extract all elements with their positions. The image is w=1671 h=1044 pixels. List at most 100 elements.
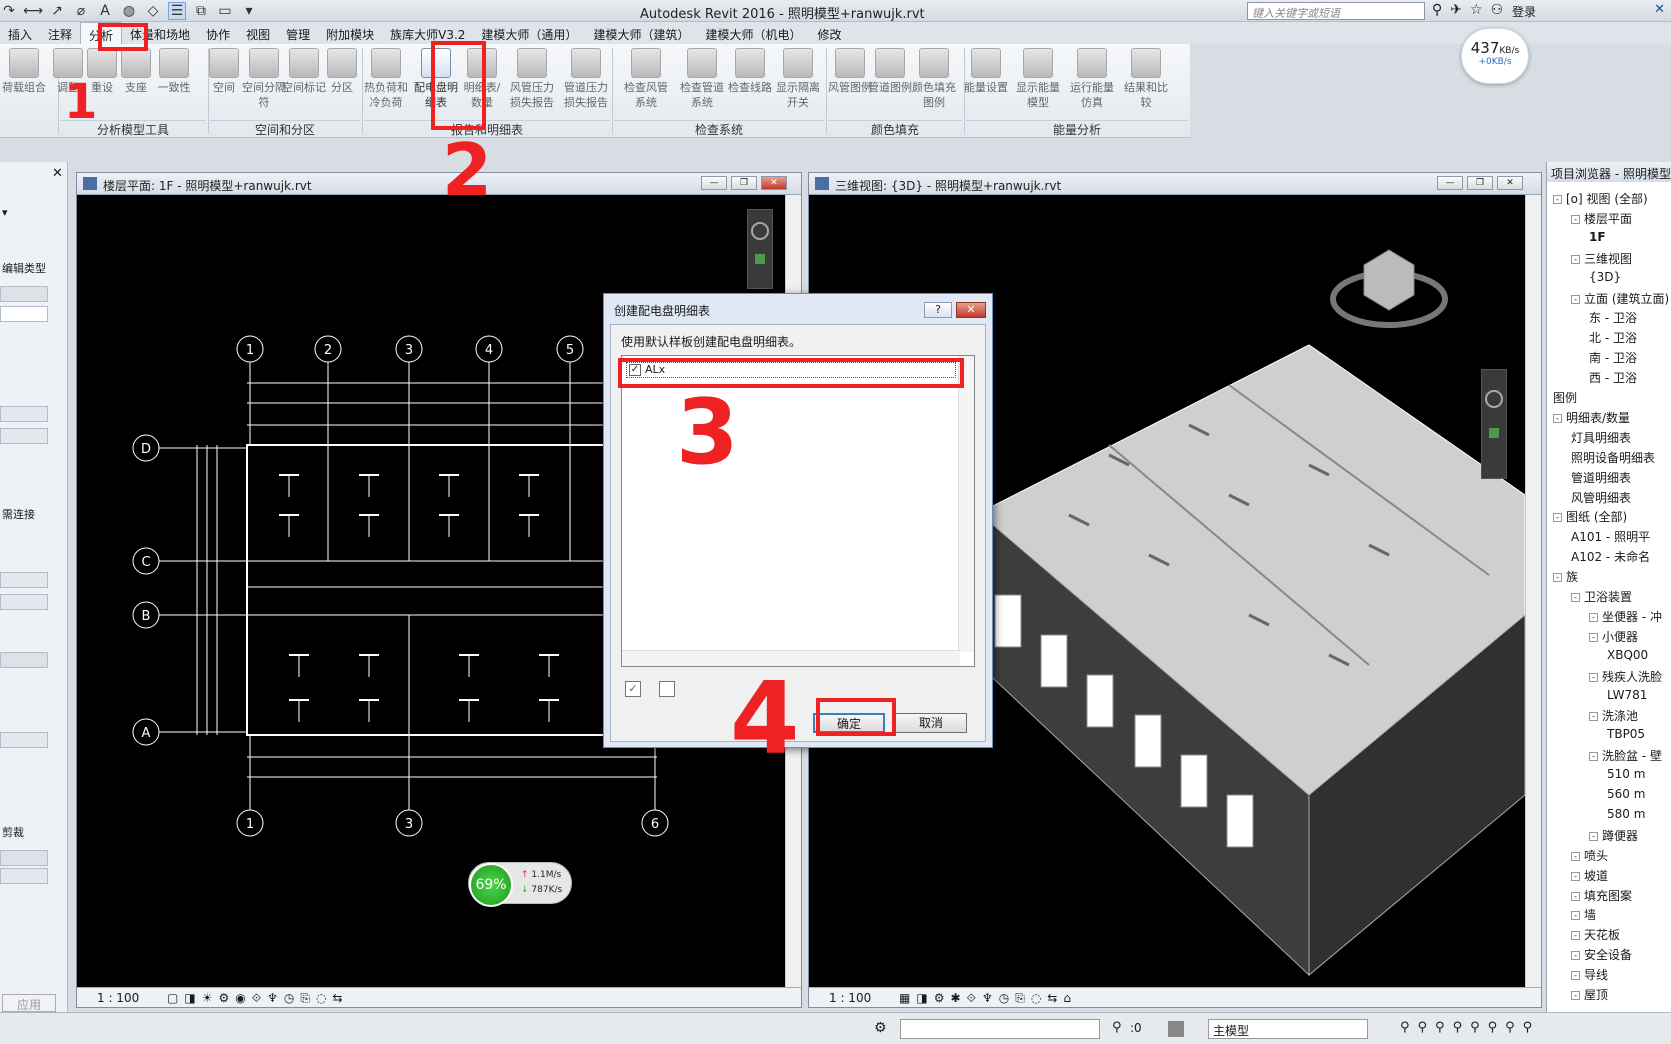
tab-5[interactable]: 视图 (238, 22, 278, 44)
browser-item[interactable]: 管道明细表 (1571, 469, 1631, 486)
browser-item[interactable]: 照明设备明细表 (1571, 449, 1655, 466)
ribbon-button-13[interactable]: 管道压力损失报告 (564, 48, 608, 110)
expand-toggle-icon[interactable]: - (1553, 413, 1562, 423)
browser-item[interactable]: 图例 (1553, 389, 1577, 406)
browser-item[interactable]: - 坡道 (1571, 867, 1608, 884)
3d-view-scale[interactable]: 1 : 100 (829, 991, 871, 1005)
tag-icon[interactable]: ⌀ (72, 2, 90, 20)
measure-icon[interactable]: ⟷ (23, 2, 43, 20)
filter-icon[interactable]: ⚲ (1112, 1020, 1122, 1035)
edit-type-button[interactable]: 编辑类型 (2, 260, 46, 276)
expand-toggle-icon[interactable]: - (1589, 712, 1598, 722)
expand-toggle-icon[interactable]: - (1589, 612, 1598, 622)
binoculars-icon[interactable]: ⚲ (1432, 2, 1442, 18)
ribbon-button-20[interactable]: 颜色填充图例 (912, 48, 956, 110)
ribbon-button-22[interactable]: 显示能量模型 (1016, 48, 1060, 110)
browser-item[interactable]: 东 - 卫浴 (1589, 309, 1637, 326)
browser-item[interactable]: - [o] 视图 (全部) (1553, 190, 1648, 207)
tab-7[interactable]: 附加模块 (318, 22, 382, 44)
browser-item[interactable]: A101 - 照明平 (1571, 528, 1650, 545)
expand-toggle-icon[interactable]: - (1589, 672, 1598, 682)
browser-item[interactable]: XBQ00 (1607, 648, 1648, 662)
ribbon-button-16[interactable]: 检查线路 (728, 48, 772, 95)
browser-item[interactable]: - 喷头 (1571, 847, 1608, 864)
browser-item[interactable]: 510 m (1607, 767, 1645, 781)
star-icon[interactable]: ☆ (1470, 2, 1483, 18)
expand-toggle-icon[interactable]: - (1571, 891, 1580, 901)
browser-item[interactable]: LW781 (1607, 688, 1647, 702)
minimize-icon[interactable]: — (701, 176, 727, 190)
3d-view-control-icons[interactable]: ▦◨⚙✱⟐♆◷⎘◌⇆⌂ (899, 991, 1077, 1005)
expand-toggle-icon[interactable]: - (1553, 573, 1562, 583)
network-speed-bubble[interactable]: 437KB/s +0KB/s (1461, 28, 1529, 84)
browser-item[interactable]: {3D} (1589, 270, 1621, 284)
browser-item[interactable]: - 立面 (建筑立面) (1571, 290, 1669, 307)
ribbon-button-6[interactable]: 空间分隔符 (242, 48, 286, 110)
close-icon[interactable]: ✕ (1497, 176, 1523, 190)
main-model-dropdown[interactable]: 主模型 (1208, 1019, 1368, 1039)
expand-toggle-icon[interactable]: - (1571, 254, 1580, 264)
browser-item[interactable]: - 安全设备 (1571, 946, 1632, 963)
browser-item[interactable]: 风管明细表 (1571, 489, 1631, 506)
ribbon-button-19[interactable]: 管道图例 (868, 48, 912, 95)
browser-item[interactable]: - 楼层平面 (1571, 210, 1632, 227)
minimize-icon[interactable]: — (1437, 176, 1463, 190)
close-icon[interactable]: ✕ (52, 166, 63, 181)
browser-item[interactable]: TBP05 (1607, 727, 1645, 741)
expand-toggle-icon[interactable]: - (1571, 991, 1580, 1000)
expand-toggle-icon[interactable]: - (1571, 951, 1580, 961)
ribbon-button-21[interactable]: 能量设置 (964, 48, 1008, 95)
type-dropdown-icon[interactable]: ▾ (2, 206, 8, 219)
ribbon-button-12[interactable]: 风管压力损失报告 (510, 48, 554, 110)
steering-wheel-icon[interactable] (751, 222, 769, 240)
status-field[interactable] (900, 1019, 1100, 1039)
section-icon[interactable]: ◇ (144, 2, 162, 20)
expand-toggle-icon[interactable]: - (1571, 294, 1580, 304)
tab-1[interactable]: 注释 (40, 22, 80, 44)
exchange-icon[interactable]: ✕ (1654, 2, 1665, 17)
expand-toggle-icon[interactable]: - (1553, 513, 1562, 523)
ribbon-button-15[interactable]: 检查管道系统 (680, 48, 724, 110)
ribbon-button-5[interactable]: 空间 (202, 48, 246, 95)
network-monitor-widget[interactable]: 69% ↑ 1.1M/s ↓ 787K/s (468, 862, 572, 907)
expand-toggle-icon[interactable]: - (1571, 931, 1580, 941)
ribbon-button-4[interactable]: 一致性 (152, 48, 196, 95)
browser-item[interactable]: - 填充图案 (1571, 887, 1632, 904)
panel-list[interactable]: ✓ ALx (621, 355, 975, 667)
thin-lines-icon[interactable]: ☰ (168, 2, 186, 20)
expand-toggle-icon[interactable]: - (1589, 632, 1598, 642)
browser-item[interactable]: - 三维视图 (1571, 250, 1632, 267)
ribbon-button-18[interactable]: 风管图例 (828, 48, 872, 95)
ribbon-button-14[interactable]: 检查风管系统 (624, 48, 668, 110)
steering-wheel-icon[interactable] (1485, 390, 1503, 408)
ribbon-button-0[interactable]: 荷载组合 (2, 48, 46, 95)
close-icon[interactable]: ✕ (761, 176, 787, 190)
dialog-close-button[interactable]: ✕ (956, 302, 986, 318)
vertical-scrollbar[interactable] (1525, 195, 1541, 987)
qat-dropdown-icon[interactable]: ▾ (240, 2, 258, 20)
expand-toggle-icon[interactable]: - (1571, 971, 1580, 981)
zoom-icon[interactable] (1489, 428, 1499, 438)
browser-item[interactable]: -族 (1553, 568, 1578, 585)
view-control-icons[interactable]: ▢◨☀⚙◉⟐♆◷⎘◌⇆ (167, 991, 348, 1005)
navigation-bar[interactable] (747, 209, 773, 289)
browser-item[interactable]: - 蹲便器 (1589, 827, 1638, 844)
switch-windows-icon[interactable]: ▭ (216, 2, 234, 20)
tab-0[interactable]: 插入 (0, 22, 40, 44)
expand-toggle-icon[interactable]: - (1571, 871, 1580, 881)
expand-toggle-icon[interactable]: - (1571, 214, 1580, 224)
browser-item[interactable]: - 残疾人洗脸 (1589, 668, 1662, 685)
browser-item[interactable]: 西 - 卫浴 (1589, 369, 1637, 386)
browser-item[interactable]: - 图纸 (全部) (1553, 508, 1627, 525)
selection-icons[interactable]: ⚲⚲⚲⚲⚲⚲⚲⚲ (1400, 1020, 1540, 1035)
list-vertical-scrollbar[interactable] (958, 356, 974, 652)
design-options-icon[interactable] (1168, 1021, 1184, 1037)
dimension-icon[interactable]: ↗ (48, 2, 66, 20)
close-hidden-icon[interactable]: ⧉ (192, 2, 210, 20)
browser-item[interactable]: 南 - 卫浴 (1589, 349, 1637, 366)
apply-button[interactable]: 应用 (2, 994, 56, 1012)
browser-item[interactable]: -墙 (1571, 906, 1596, 923)
browser-item[interactable]: A102 - 未命名 (1571, 548, 1650, 565)
3d-view-icon[interactable]: ◍ (120, 2, 138, 20)
expand-toggle-icon[interactable]: - (1553, 195, 1562, 204)
